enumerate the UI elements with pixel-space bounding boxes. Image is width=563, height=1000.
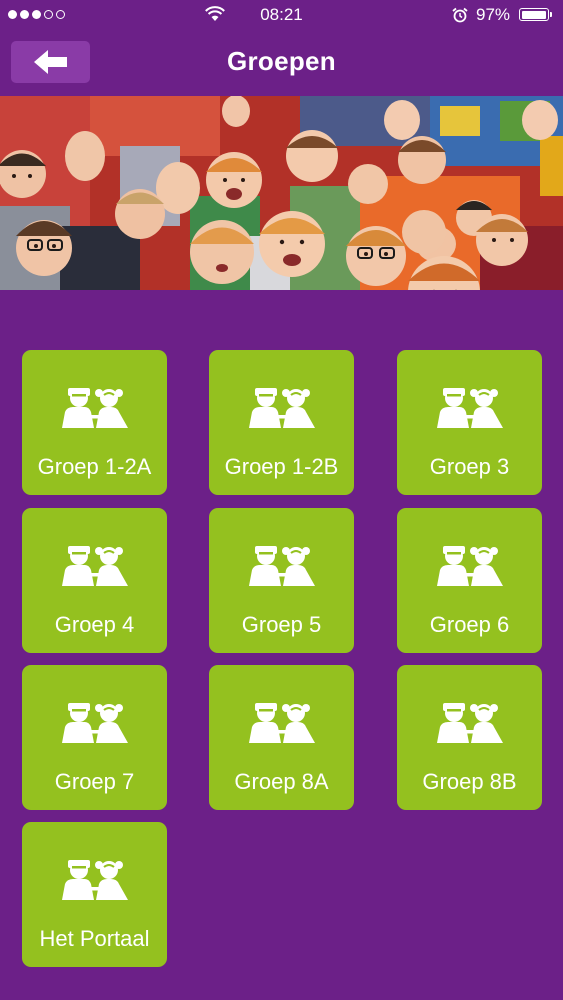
children-icon [62, 388, 128, 428]
alarm-icon [452, 7, 468, 23]
group-label: Groep 7 [54, 769, 135, 794]
group-label: Groep 6 [429, 612, 510, 637]
group-tile-groep-1-2b[interactable]: Groep 1-2B [209, 350, 354, 495]
children-icon [437, 546, 503, 586]
group-label: Groep 3 [429, 454, 510, 479]
hero-photo [0, 96, 563, 290]
group-tile-groep-8b[interactable]: Groep 8B [397, 665, 542, 810]
group-label: Groep 8A [234, 769, 329, 794]
group-tile-groep-7[interactable]: Groep 7 [22, 665, 167, 810]
group-label: Het Portaal [39, 926, 150, 951]
group-label: Groep 8B [422, 769, 517, 794]
children-icon [437, 703, 503, 743]
group-tile-groep-3[interactable]: Groep 3 [397, 350, 542, 495]
page-title: Groepen [226, 46, 336, 76]
group-label: Groep 5 [241, 612, 322, 637]
children-icon [437, 388, 503, 428]
children-icon [62, 546, 128, 586]
group-tile-groep-6[interactable]: Groep 6 [397, 508, 542, 653]
children-icon [249, 546, 315, 586]
group-label: Groep 1-2A [37, 454, 152, 479]
children-icon [249, 388, 315, 428]
group-tile-het-portaal[interactable]: Het Portaal [22, 822, 167, 967]
group-tile-groep-5[interactable]: Groep 5 [209, 508, 354, 653]
group-label: Groep 1-2B [224, 454, 339, 479]
group-tile-groep-1-2a[interactable]: Groep 1-2A [22, 350, 167, 495]
group-label: Groep 4 [54, 612, 135, 637]
status-bar: 08:21 97% [0, 0, 563, 30]
group-tile-groep-4[interactable]: Groep 4 [22, 508, 167, 653]
battery-icon [519, 8, 552, 21]
nav-bar: Groepen [0, 30, 563, 95]
group-tile-groep-8a[interactable]: Groep 8A [209, 665, 354, 810]
children-icon [249, 703, 315, 743]
children-icon [62, 703, 128, 743]
children-icon [62, 860, 128, 900]
battery-percentage: 97% [476, 5, 511, 24]
children-photo [0, 96, 563, 290]
